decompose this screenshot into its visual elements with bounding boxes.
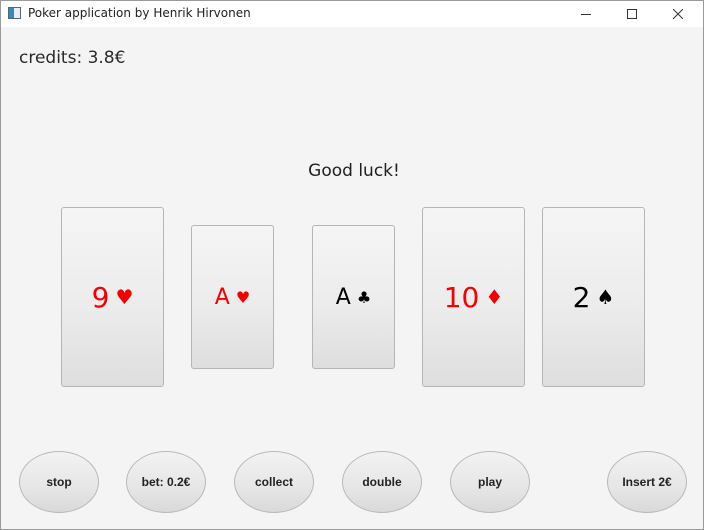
app-window: Poker application by Henrik Hirvonen cre… [0,0,704,530]
card-2-rank: A [214,284,230,310]
card-4[interactable]: 10 ♦ [422,207,525,387]
title-bar: Poker application by Henrik Hirvonen [1,1,703,27]
card-1-rank: 9 [91,280,110,314]
insert-money-button[interactable]: Insert 2€ [607,451,687,513]
heart-suit-icon: ♥ [115,285,134,309]
minimize-icon [581,14,591,15]
status-message: Good luck! [308,161,400,181]
card-2[interactable]: A ♥ [191,225,274,369]
club-suit-icon: ♣ [356,287,372,307]
collect-button[interactable]: collect [234,451,314,513]
window-title: Poker application by Henrik Hirvonen [28,6,251,20]
double-button[interactable]: double [342,451,422,513]
card-1[interactable]: 9 ♥ [61,207,164,387]
card-5[interactable]: 2 ♠ [542,207,645,387]
credits-label: credits: 3.8€ [19,48,126,68]
minimize-button[interactable] [563,1,609,27]
maximize-icon [627,9,637,19]
card-4-rank: 10 [443,280,480,314]
app-icon [8,7,21,19]
play-button[interactable]: play [450,451,530,513]
spade-suit-icon: ♠ [596,285,615,309]
stop-button[interactable]: stop [19,451,99,513]
diamond-suit-icon: ♦ [485,285,504,309]
heart-suit-icon: ♥ [235,287,251,307]
card-5-rank: 2 [572,280,591,314]
card-3-rank: A [335,284,351,310]
bet-button[interactable]: bet: 0.2€ [126,451,206,513]
close-button[interactable] [655,1,701,27]
maximize-button[interactable] [609,1,655,27]
card-3[interactable]: A ♣ [312,225,395,369]
close-icon [673,9,683,19]
